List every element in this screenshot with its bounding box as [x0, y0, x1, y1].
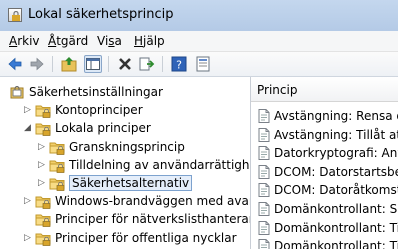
folder-icon [49, 175, 65, 191]
folder-icon [49, 139, 65, 155]
tree-item[interactable]: ▷ Principer för offentliga nycklar [0, 229, 250, 247]
policy-icon [256, 145, 272, 161]
folder-icon [35, 230, 51, 246]
tree-item-label: Principer för nätverkslisthanteraren [55, 212, 251, 227]
forward-icon[interactable] [28, 55, 46, 73]
policy-icon [256, 220, 272, 236]
policy-name: Domänkontrollant: Tillåt inte ändringar … [274, 239, 398, 249]
tree-item[interactable]: ▷ Tilldelning av användarrättigheter [0, 156, 250, 174]
policy-icon [256, 201, 272, 217]
collapsed-arrow-icon[interactable]: ▷ [24, 196, 31, 206]
menu-atgard[interactable]: Åtgärd [48, 34, 88, 48]
export-list-icon[interactable] [138, 55, 156, 73]
policy-name: Domänkontrollant: Tillåt serveroperatöre… [274, 220, 398, 235]
tree-item[interactable]: ▷ Kontoprinciper [0, 101, 250, 119]
toolbar-separator [52, 56, 53, 72]
policy-name: Avstängning: Rensa den virtuella minnesv… [274, 109, 398, 123]
policy-name: Avstängning: Tillåt att systemet stängs … [274, 127, 398, 142]
policy-name: Datorkryptografi: Använd FIPS-kompatibla… [274, 146, 398, 161]
tree-item-label: Lokala principer [55, 121, 151, 136]
toolbar-separator [162, 56, 163, 72]
svg-text:?: ? [176, 59, 182, 72]
policy-icon [256, 238, 272, 249]
up-folder-icon[interactable] [60, 55, 78, 73]
collapsed-arrow-icon[interactable]: ▷ [24, 233, 31, 243]
properties-icon[interactable] [194, 55, 212, 73]
policy-list-row[interactable]: Domänkontrollant: Tillåt serveroperatöre… [251, 219, 398, 237]
folder-icon [35, 211, 51, 228]
tree-item-label: Tilldelning av användarrättigheter [69, 157, 250, 172]
window-title: Lokal säkerhetsprincip [28, 7, 174, 22]
policy-list-row[interactable]: Avstängning: Rensa den virtuella minnesv… [251, 107, 398, 125]
tree-item-label: Granskningsprincip [69, 139, 185, 154]
title-bar: Lokal säkerhetsprincip [0, 0, 398, 32]
policy-icon [256, 127, 272, 143]
collapsed-arrow-icon[interactable]: ▷ [38, 160, 45, 170]
toolbar: ? [0, 52, 398, 77]
tree-item[interactable]: Säkerhetsinställningar [0, 83, 250, 101]
security-settings-icon [9, 84, 25, 100]
policy-list-row[interactable]: Datorkryptografi: Använd FIPS-kompatibla… [251, 144, 398, 162]
menu-bar: Arkiv Åtgärd Visa Hjälp [0, 31, 398, 52]
help-icon[interactable]: ? [170, 55, 188, 73]
menu-arkiv[interactable]: Arkiv [9, 34, 40, 48]
show-hide-tree-icon[interactable] [84, 55, 102, 73]
delete-icon[interactable] [116, 55, 134, 73]
policy-list-row[interactable]: Avstängning: Tillåt att systemet stängs … [251, 126, 398, 144]
policy-list-row[interactable]: DCOM: Datorstartsbegränsningar [251, 163, 398, 181]
policy-name: DCOM: Datoråtkomstbegränsningar [274, 183, 398, 198]
folder-icon [49, 157, 65, 173]
folder-icon [35, 193, 51, 210]
tree-pane: Säkerhetsinställningar ▷ Kontoprinciper ◢ Lo… [0, 77, 251, 249]
security-policy-app-icon [8, 8, 22, 22]
policy-icon [256, 182, 272, 198]
tree-item-label: Kontoprinciper [55, 103, 143, 118]
back-icon[interactable] [6, 55, 24, 73]
tree-item-label: Säkerhetsalternativ [69, 175, 193, 191]
policy-name: DCOM: Datorstartsbegränsningar [274, 164, 398, 179]
policy-list-row[interactable]: DCOM: Datoråtkomstbegränsningar [251, 181, 398, 199]
tree-item-label: Windows-brandväggen med avancerad säkerh… [55, 194, 250, 209]
folder-icon [35, 102, 51, 119]
tree-item-label: Säkerhetsinställningar [29, 85, 163, 99]
column-header-label: Princip [257, 83, 298, 97]
tree-item[interactable]: Principer för nätverkslisthanteraren [0, 210, 250, 228]
tree-item[interactable]: ▷ Granskningsprincip [0, 138, 250, 156]
tree-item[interactable]: ▷ Windows-brandväggen med avancerad säker… [0, 192, 250, 210]
policy-list-row[interactable]: Domänkontrollant: Signeringskrav för LDA… [251, 200, 398, 218]
collapsed-arrow-icon[interactable]: ▷ [38, 178, 45, 188]
policy-icon [256, 164, 272, 180]
collapsed-arrow-icon[interactable]: ▷ [24, 105, 31, 115]
expanded-arrow-icon[interactable]: ◢ [24, 123, 31, 133]
tree-item-label: Principer för offentliga nycklar [55, 230, 237, 245]
menu-visa[interactable]: Visa [97, 34, 122, 48]
details-pane: Princip Avstängning: Rensa den virtuella… [251, 77, 398, 249]
menu-hjalp[interactable]: Hjälp [134, 34, 165, 48]
tree-item[interactable]: ◢ Lokala principer [0, 119, 250, 137]
tree-item[interactable]: ▷ Säkerhetsalternativ [0, 174, 250, 192]
collapsed-arrow-icon[interactable]: ▷ [38, 142, 45, 152]
column-header-princip[interactable]: Princip [251, 77, 398, 102]
folder-icon [35, 120, 51, 137]
toolbar-separator [108, 56, 109, 72]
policy-list-row[interactable]: Domänkontrollant: Tillåt inte ändringar … [251, 237, 398, 249]
policy-name: Domänkontrollant: Signeringskrav för LDA… [274, 202, 398, 216]
policy-icon [256, 108, 272, 124]
